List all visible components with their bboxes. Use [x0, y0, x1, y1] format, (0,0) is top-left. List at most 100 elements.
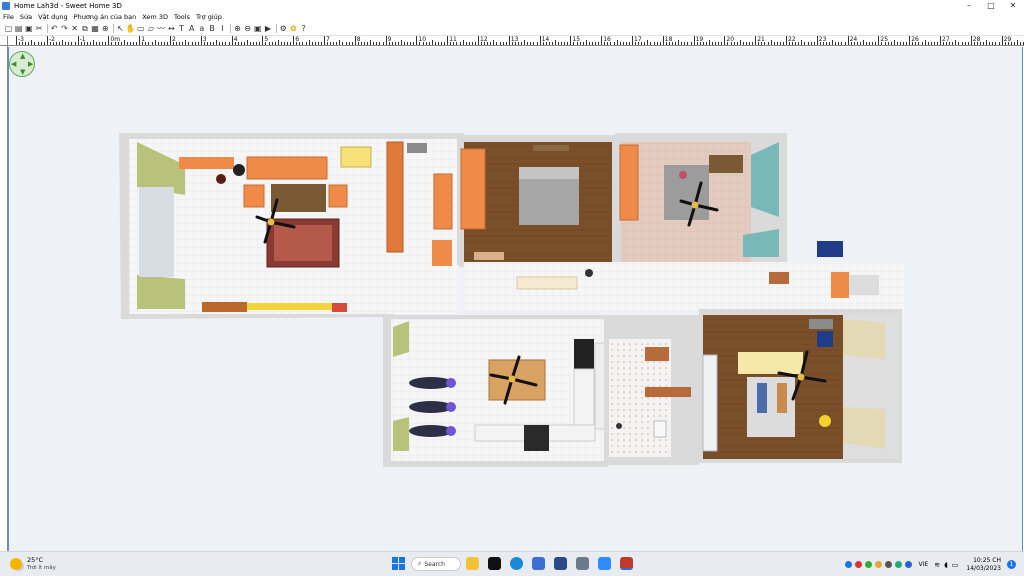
edge-icon[interactable] [510, 557, 523, 570]
copy-icon[interactable]: ⧉ [80, 24, 89, 34]
tray-app-icon[interactable] [904, 561, 912, 568]
ruler-tick [724, 36, 726, 45]
cut-tool-icon[interactable]: ✂ [35, 24, 44, 34]
tray-app-icon[interactable] [844, 561, 852, 568]
create-labels-icon[interactable]: T [177, 24, 186, 34]
photos-icon[interactable] [576, 557, 589, 570]
navigation-arrows[interactable]: ▲ ▼ ◀ ▶ [9, 51, 35, 77]
ruler-minor-tick [71, 42, 73, 45]
bedroom-2[interactable] [615, 133, 843, 265]
create-walls-icon[interactable]: ▭ [136, 24, 145, 34]
clock[interactable]: 10:25 CH 14/03/2023 [966, 557, 1001, 573]
create-polylines-icon[interactable]: 〰 [157, 24, 166, 34]
increase-text-icon[interactable]: A [187, 24, 196, 34]
undo-icon[interactable]: ↶ [50, 24, 59, 34]
create-dimensions-icon[interactable]: ↔ [167, 24, 176, 34]
tray-app-icon[interactable] [894, 561, 902, 568]
zoom-icon[interactable] [598, 557, 611, 570]
search-box[interactable]: ⌕ Search [411, 557, 461, 571]
weather-widget[interactable]: 25°C Trời ít mây [10, 556, 56, 572]
preferences-icon[interactable]: ⚙ [279, 24, 288, 34]
bathroom[interactable] [604, 315, 699, 465]
create-video-icon[interactable]: ▶ [264, 24, 273, 34]
ruler-minor-tick [505, 42, 507, 45]
bold-text-icon[interactable]: B [208, 24, 217, 34]
maximize-button[interactable]: □ [980, 0, 1002, 11]
pan-icon[interactable]: ✋ [126, 24, 135, 34]
ruler-tick [909, 36, 911, 45]
battery-icon[interactable]: ▭ [952, 561, 959, 569]
ruler-minor-tick [351, 42, 353, 45]
menu-edit[interactable]: Sửa [20, 13, 32, 21]
arrow-down-icon[interactable]: ▼ [20, 68, 25, 76]
italic-text-icon[interactable]: I [218, 24, 227, 34]
plan-canvas[interactable]: ▲ ▼ ◀ ▶ [8, 47, 1023, 551]
wifi-icon[interactable]: ≋ [934, 561, 940, 569]
menu-file[interactable]: File [3, 13, 14, 21]
ruler-minor-tick [924, 40, 926, 45]
menu-bar: File Sửa Vật dụng Phương án của bạn Xem … [0, 11, 1024, 22]
plugin-icon[interactable]: ✿ [289, 24, 298, 34]
create-rooms-icon[interactable]: ▱ [146, 24, 155, 34]
master-bedroom[interactable] [699, 309, 902, 463]
ruler-minor-tick [34, 42, 36, 45]
ruler-label: 21 [757, 36, 765, 43]
minimize-button[interactable]: – [958, 0, 980, 11]
ruler-label: 6 [295, 36, 300, 43]
language-indicator[interactable]: VIE [919, 561, 929, 568]
ruler-minor-tick [308, 40, 310, 45]
open-icon[interactable]: ▤ [14, 24, 23, 34]
new-home-icon[interactable]: ▢ [4, 24, 13, 34]
menu-help[interactable]: Trợ giúp [196, 13, 222, 21]
ruler-minor-tick [619, 42, 621, 45]
close-button[interactable]: ✕ [1002, 0, 1024, 11]
store-icon[interactable] [532, 557, 545, 570]
zoom-out-icon[interactable]: ⊖ [243, 24, 252, 34]
menu-3d-view[interactable]: Xem 3D [142, 13, 168, 21]
create-photo-icon[interactable]: ▣ [253, 24, 262, 34]
menu-tools[interactable]: Tools [174, 13, 190, 21]
ruler-minor-tick [382, 42, 384, 45]
toolbar-separator [229, 24, 231, 33]
tray-app-icon[interactable] [884, 561, 892, 568]
app-icon[interactable] [554, 557, 567, 570]
select-icon[interactable]: ↖ [116, 24, 125, 34]
volume-icon[interactable]: ◖ [944, 561, 948, 569]
ruler-minor-tick [499, 42, 501, 45]
living-room[interactable] [119, 133, 464, 319]
save-icon[interactable]: ▣ [24, 24, 33, 34]
arrow-up-icon[interactable]: ▲ [20, 52, 25, 60]
start-button[interactable] [392, 557, 405, 570]
arrow-right-icon[interactable]: ▶ [28, 60, 33, 68]
ruler-minor-tick [742, 42, 744, 45]
tray-app-icon[interactable] [854, 561, 862, 568]
zoom-in-icon[interactable]: ⊕ [233, 24, 242, 34]
ruler-tick [632, 36, 633, 45]
file-explorer-icon[interactable] [466, 557, 479, 570]
tiktok-icon[interactable] [488, 557, 501, 570]
ruler-minor-tick [410, 42, 412, 45]
add-furniture-icon[interactable]: ⊕ [101, 24, 110, 34]
ruler-minor-tick [62, 40, 64, 45]
notification-badge[interactable]: 1 [1007, 560, 1016, 569]
decrease-text-icon[interactable]: a [197, 24, 206, 34]
ruler-minor-tick [259, 42, 261, 45]
ruler-tick [693, 36, 695, 45]
search-label: Search [424, 560, 445, 568]
sweet-home-3d-icon[interactable] [620, 557, 633, 570]
dining-kitchen[interactable] [383, 315, 608, 467]
ruler-minor-tick [964, 42, 966, 45]
menu-plan[interactable]: Phương án của bạn [74, 13, 137, 21]
redo-icon[interactable]: ↷ [60, 24, 69, 34]
tray-app-icon[interactable] [864, 561, 872, 568]
paste-icon[interactable]: ▦ [91, 24, 100, 34]
bedroom-1[interactable] [457, 135, 617, 265]
delete-icon[interactable]: ✕ [70, 24, 79, 34]
ruler-minor-tick [598, 42, 600, 45]
menu-furniture[interactable]: Vật dụng [38, 13, 68, 21]
hallway[interactable] [464, 262, 904, 312]
tray-app-icon[interactable] [874, 561, 882, 568]
ruler-label: 22 [788, 36, 796, 43]
help-icon[interactable]: ? [299, 24, 308, 34]
arrow-left-icon[interactable]: ◀ [11, 60, 16, 68]
